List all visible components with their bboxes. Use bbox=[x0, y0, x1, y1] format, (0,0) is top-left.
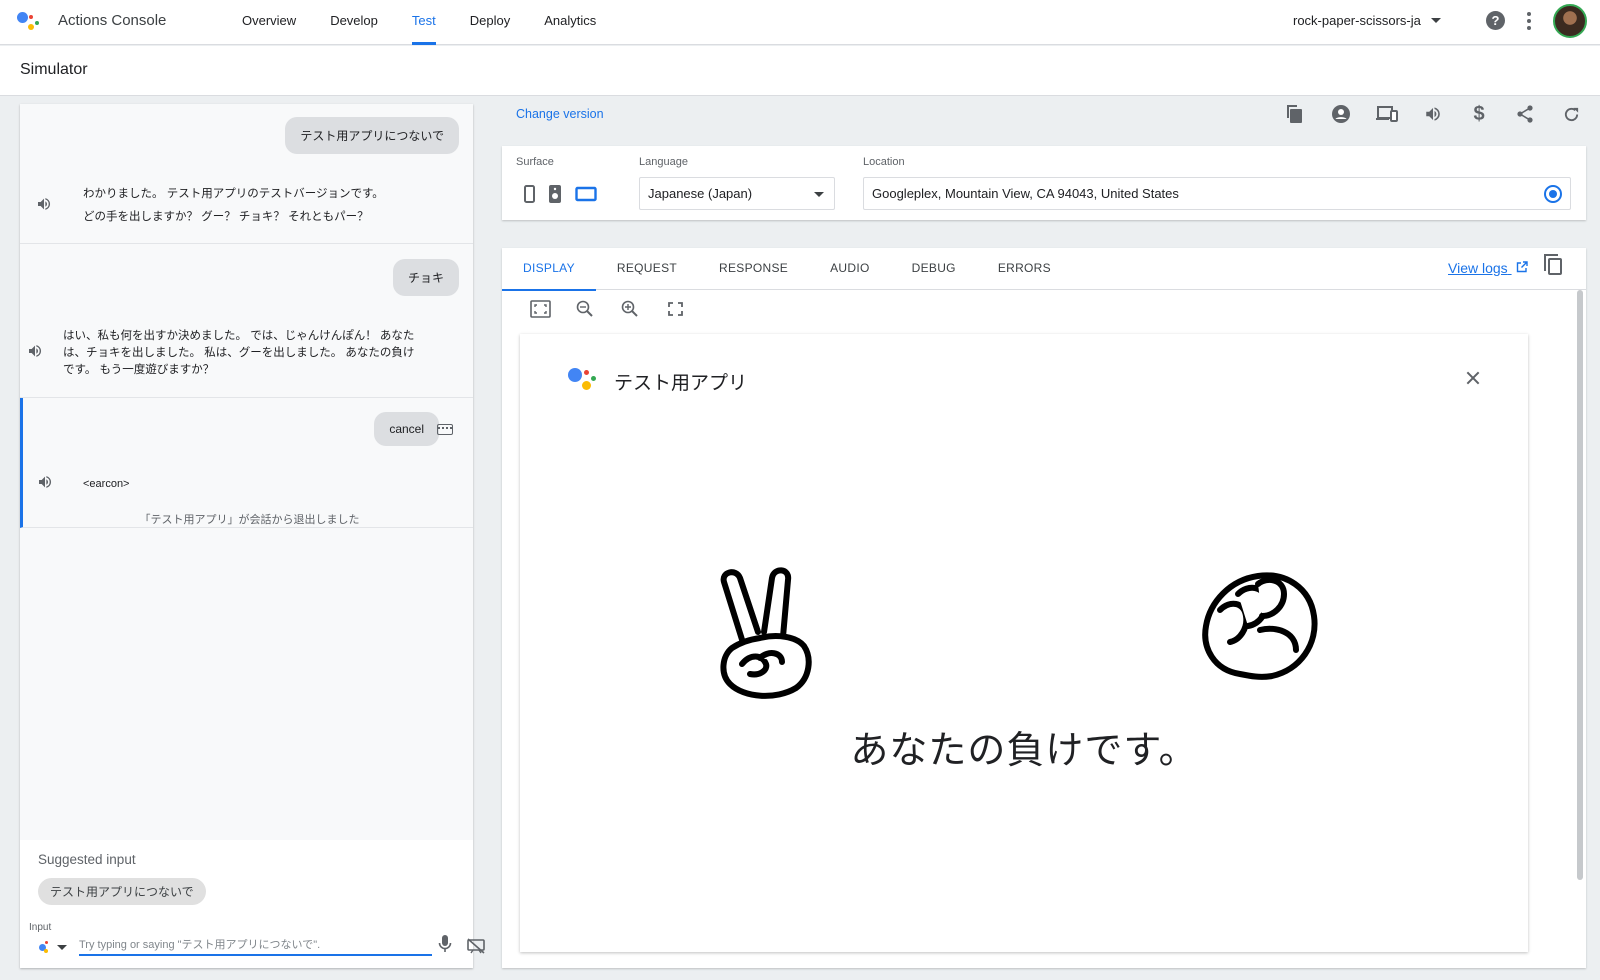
microphone-icon[interactable] bbox=[438, 934, 452, 954]
tab-debug[interactable]: DEBUG bbox=[891, 248, 977, 290]
chevron-down-icon bbox=[57, 945, 67, 950]
copy-icon[interactable] bbox=[1544, 254, 1562, 275]
page-title: Simulator bbox=[20, 61, 88, 78]
nav-develop[interactable]: Develop bbox=[313, 0, 395, 45]
scrollbar[interactable] bbox=[1576, 290, 1584, 968]
conversation-turn-selected[interactable]: cancel <earcon> 「テスト用アプリ」が会話から退出しました bbox=[20, 398, 473, 528]
response-line: どの手を出しますか？ グー？ チョキ？ それともパー？ bbox=[83, 211, 369, 223]
surface-selector bbox=[524, 185, 597, 203]
user-query-bubble[interactable]: チョキ bbox=[392, 259, 459, 296]
location-label: Location bbox=[863, 156, 905, 168]
change-version-link[interactable]: Change version bbox=[516, 107, 604, 121]
nav-deploy[interactable]: Deploy bbox=[453, 0, 527, 45]
user-query-bubble[interactable]: cancel bbox=[374, 412, 439, 446]
language-label: Language bbox=[639, 156, 688, 168]
assistant-response: はい、私も何を出すか決めました。 では、じゃんけんぽん！ あなた は、チョキを出… bbox=[63, 328, 414, 379]
location-value: Googleplex, Mountain View, CA 94043, Uni… bbox=[872, 186, 1179, 201]
response-line: は、チョキを出しました。 私は、グーを出しました。 あなたの負け bbox=[63, 347, 415, 359]
assistant-response: わかりました。 テスト用アプリのテストバージョンです。 どの手を出しますか？ グ… bbox=[83, 186, 384, 226]
refresh-icon[interactable] bbox=[1548, 101, 1594, 127]
tab-audio[interactable]: AUDIO bbox=[809, 248, 891, 290]
app-title[interactable]: Actions Console bbox=[58, 12, 166, 29]
conversation-turn: チョキ はい、私も何を出すか決めました。 では、じゃんけんぽん！ あなた は、チ… bbox=[20, 244, 473, 398]
response-line: わかりました。 テスト用アプリのテストバージョンです。 bbox=[83, 188, 384, 200]
input-label: Input bbox=[29, 922, 52, 933]
earcon-text: <earcon> bbox=[83, 478, 130, 490]
sub-header: Simulator bbox=[0, 46, 1600, 96]
suggestion-chip[interactable]: テスト用アプリにつないで bbox=[38, 878, 206, 905]
close-icon[interactable] bbox=[1466, 371, 1480, 385]
location-field[interactable]: Googleplex, Mountain View, CA 94043, Uni… bbox=[863, 177, 1571, 210]
speaker-surface-icon[interactable] bbox=[549, 185, 561, 203]
open-in-new-icon bbox=[1516, 261, 1528, 273]
keyboard-icon bbox=[437, 424, 453, 435]
card-title: テスト用アプリ bbox=[614, 373, 748, 394]
chevron-down-icon bbox=[814, 192, 824, 197]
simulator-settings: Surface Language Japanese (Japan) Locati… bbox=[502, 146, 1586, 220]
my-location-icon[interactable] bbox=[1544, 185, 1562, 203]
surface-label: Surface bbox=[516, 156, 554, 168]
view-logs-label: View logs bbox=[1448, 260, 1508, 276]
rock-fist-icon bbox=[1202, 572, 1318, 680]
conversation-turn: テスト用アプリにつないで わかりました。 テスト用アプリのテストバージョンです。… bbox=[20, 104, 473, 244]
account-icon[interactable] bbox=[1318, 101, 1364, 127]
suggested-input-area: Suggested input テスト用アプリにつないで Input bbox=[20, 840, 485, 968]
language-value: Japanese (Japan) bbox=[648, 186, 753, 201]
avatar[interactable] bbox=[1553, 4, 1587, 38]
view-logs-link[interactable]: View logs bbox=[1448, 260, 1528, 276]
language-select[interactable]: Japanese (Japan) bbox=[639, 177, 835, 210]
output-panel: DISPLAY REQUEST RESPONSE AUDIO DEBUG ERR… bbox=[502, 248, 1586, 968]
display-card: テスト用アプリ あなたの負けです。 bbox=[520, 334, 1528, 952]
conversation-panel: テスト用アプリにつないで わかりました。 テスト用アプリのテストバージョンです。… bbox=[20, 104, 485, 968]
speaker-icon[interactable] bbox=[36, 196, 52, 212]
speaker-icon[interactable] bbox=[27, 343, 43, 359]
no-display-icon[interactable] bbox=[467, 938, 485, 954]
assistant-logo-icon bbox=[568, 365, 598, 393]
zoom-toolbar bbox=[530, 300, 686, 318]
project-name: rock-paper-scissors-ja bbox=[1293, 13, 1421, 28]
fit-screen-icon[interactable] bbox=[530, 300, 551, 318]
response-line: です。 もう一度遊びますか？ bbox=[63, 364, 215, 376]
chevron-down-icon bbox=[1430, 18, 1441, 23]
copy-icon[interactable] bbox=[1272, 101, 1318, 127]
suggested-input-label: Suggested input bbox=[38, 852, 136, 867]
zoom-in-icon[interactable] bbox=[620, 300, 641, 318]
output-tabs: DISPLAY REQUEST RESPONSE AUDIO DEBUG ERR… bbox=[502, 248, 1586, 291]
fullscreen-icon[interactable] bbox=[665, 300, 686, 318]
tab-display[interactable]: DISPLAY bbox=[502, 248, 596, 291]
response-line: はい、私も何を出すか決めました。 では、じゃんけんぽん！ あなた bbox=[63, 330, 415, 342]
project-selector[interactable]: rock-paper-scissors-ja bbox=[1293, 13, 1441, 28]
tab-response[interactable]: RESPONSE bbox=[698, 248, 809, 290]
tab-request[interactable]: REQUEST bbox=[596, 248, 698, 290]
simulator-toolbar: $ bbox=[1272, 101, 1594, 127]
user-query-bubble[interactable]: テスト用アプリにつないで bbox=[285, 117, 459, 154]
nav-analytics[interactable]: Analytics bbox=[527, 0, 613, 45]
nav-test[interactable]: Test bbox=[395, 0, 453, 45]
result-text: あなたの負けです。 bbox=[850, 728, 1198, 772]
exit-notice: 「テスト用アプリ」が会話から退出しました bbox=[139, 514, 360, 526]
main-nav: Overview Develop Test Deploy Analytics bbox=[225, 0, 613, 45]
tab-errors[interactable]: ERRORS bbox=[977, 248, 1072, 290]
scissors-hand-icon bbox=[720, 567, 812, 699]
phone-surface-icon[interactable] bbox=[524, 185, 535, 203]
speaker-icon[interactable] bbox=[37, 474, 53, 490]
volume-icon[interactable] bbox=[1410, 101, 1456, 127]
assistant-logo-icon bbox=[15, 10, 41, 32]
help-icon[interactable]: ? bbox=[1486, 11, 1505, 30]
more-vert-icon[interactable] bbox=[1527, 12, 1531, 30]
zoom-out-icon[interactable] bbox=[575, 300, 596, 318]
dollar-icon[interactable]: $ bbox=[1456, 101, 1502, 127]
input-mode-selector[interactable] bbox=[37, 940, 71, 954]
smart-display-surface-icon[interactable] bbox=[575, 186, 597, 202]
share-icon[interactable] bbox=[1502, 101, 1548, 127]
top-bar: Actions Console Overview Develop Test De… bbox=[0, 0, 1600, 45]
devices-icon[interactable] bbox=[1364, 101, 1410, 127]
nav-overview[interactable]: Overview bbox=[225, 0, 313, 45]
query-input[interactable] bbox=[79, 936, 432, 956]
